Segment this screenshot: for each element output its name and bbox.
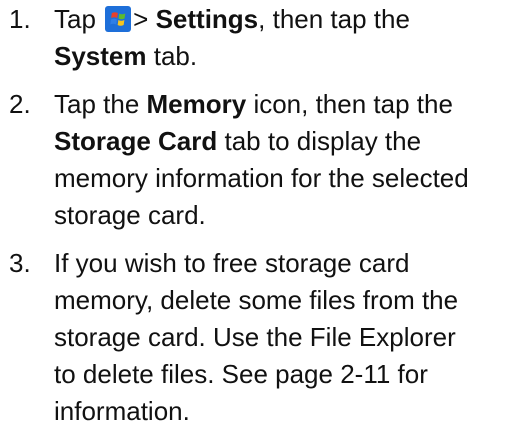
step-line: Tap the Memory icon, then tap the	[54, 86, 516, 123]
settings-term: Settings	[155, 4, 259, 34]
step-text-segment: Tap	[54, 4, 96, 34]
step-number: 3.	[9, 248, 31, 278]
step-line: System tab.	[54, 38, 516, 75]
step-line: information.	[54, 396, 190, 426]
step-text: If you wish to free storage card memory,…	[54, 245, 516, 430]
memory-term: Memory	[146, 89, 247, 119]
step-text-segment: tab to display the	[217, 126, 422, 156]
step-line: storage card.	[54, 200, 206, 230]
step-number: 1.	[9, 4, 31, 34]
step-line: storage card. Use the File Explorer	[54, 322, 456, 352]
step-text-segment: >	[133, 4, 149, 34]
step-line: If you wish to free storage card	[54, 248, 410, 278]
step-line: memory information for the selected	[54, 163, 469, 193]
step-text-segment: icon, then tap the	[246, 89, 453, 119]
system-term: System	[54, 41, 147, 71]
storage-card-term: Storage Card	[54, 126, 218, 156]
step-line: memory, delete some files from the	[54, 285, 459, 315]
step-text-segment: tab.	[146, 41, 198, 71]
step-text-segment: , then tap the	[258, 4, 410, 34]
step-text-segment: Tap the	[54, 89, 147, 119]
step-number: 2.	[9, 89, 31, 119]
step-text: Tap the Memory icon, then tap the Storag…	[54, 86, 516, 234]
step-line: to delete files. See page 2-11 for	[54, 359, 428, 389]
step-text: Tap > Settings, then tap the System tab.	[54, 1, 516, 75]
step-line: Storage Card tab to display the	[54, 123, 516, 160]
step-line: Tap > Settings, then tap the	[54, 1, 516, 38]
windows-start-icon	[105, 6, 132, 32]
